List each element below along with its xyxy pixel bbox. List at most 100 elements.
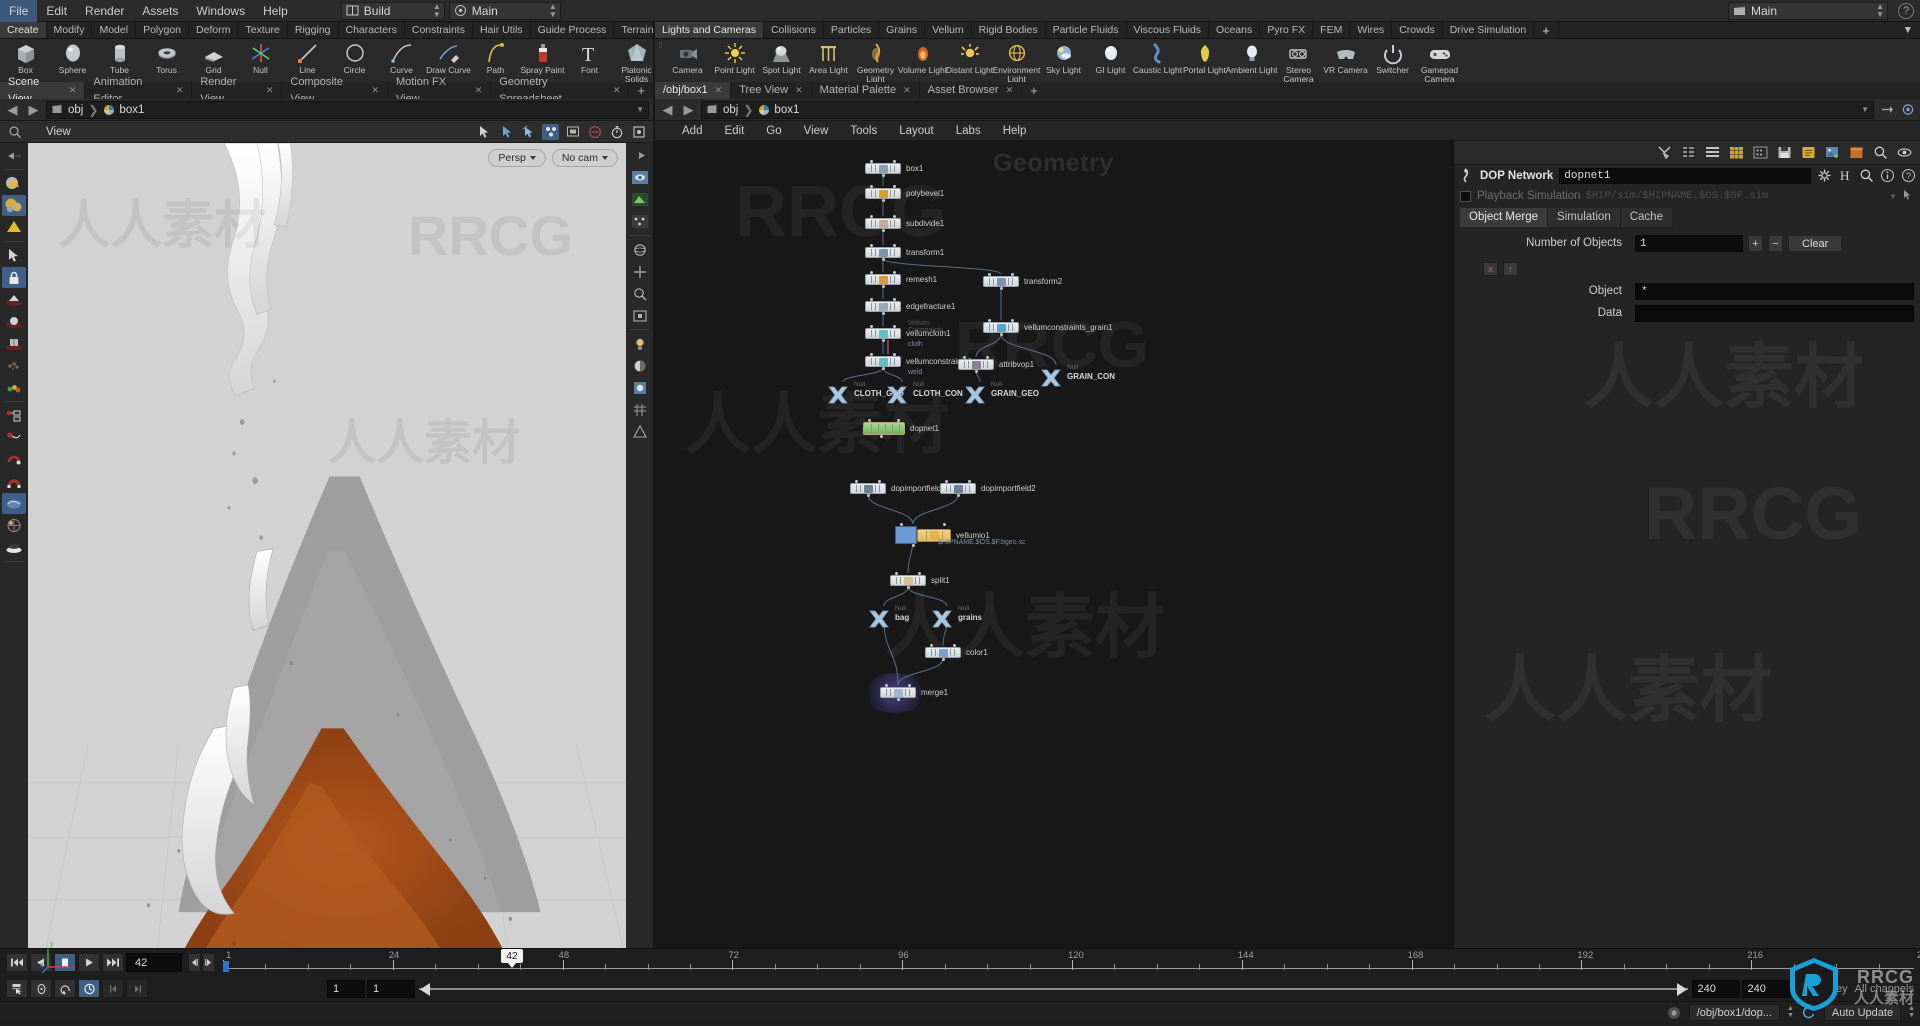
pyro-source-icon[interactable] xyxy=(2,515,26,536)
shelf-tool-path[interactable]: Path xyxy=(472,41,519,75)
shelf-tool-spray-paint[interactable]: Spray Paint xyxy=(519,41,566,75)
network-menu-add[interactable]: Add xyxy=(671,121,713,141)
net-back-arrow-icon[interactable]: ◀ xyxy=(659,102,676,118)
shelf-tool-circle[interactable]: Circle xyxy=(331,41,378,75)
net-breadcrumb-box1[interactable]: box1 xyxy=(774,104,799,116)
camera-pan-icon[interactable] xyxy=(628,261,652,282)
shelf-tool-torus[interactable]: Torus xyxy=(143,41,190,75)
shelf-tab-deform[interactable]: Deform xyxy=(189,22,239,38)
network-menu-go[interactable]: Go xyxy=(755,121,792,141)
keyframe-mode-icon[interactable] xyxy=(6,979,28,998)
param-node-name-field[interactable]: dopnet1 xyxy=(1559,167,1811,184)
shelf-tab-lights-and-cameras[interactable]: Lights and Cameras xyxy=(655,22,764,38)
node-split1[interactable]: split1 xyxy=(890,572,950,589)
shelf-tab-guide-process[interactable]: Guide Process xyxy=(531,22,615,38)
shelf-tab-grains[interactable]: Grains xyxy=(879,22,926,38)
magnet-constraint-icon[interactable] xyxy=(2,471,26,492)
range-end-field[interactable]: 240 xyxy=(1691,979,1740,998)
layout-icon[interactable] xyxy=(1753,145,1768,160)
pane-tab-render-view[interactable]: Render View✕ xyxy=(192,76,283,105)
key-next-icon[interactable] xyxy=(126,979,148,998)
node-color1[interactable]: color1 xyxy=(925,644,988,661)
desktop-combo[interactable]: Build ▲ ▼ xyxy=(340,1,445,20)
spring-constraint-icon[interactable] xyxy=(2,449,26,470)
step-backward-one-button[interactable] xyxy=(188,953,201,972)
shelf-tool-gamepad-camera[interactable]: Gamepad Camera xyxy=(1416,41,1463,82)
select-tool-icon[interactable] xyxy=(476,124,493,140)
material-sphere-icon[interactable] xyxy=(2,173,26,194)
pane-tab-material-palette[interactable]: Material Palette ✕ xyxy=(812,82,920,99)
pane-tab-geometry-spreadsheet[interactable]: Geometry Spreadsheet✕ xyxy=(491,76,630,105)
global-end-field[interactable]: 240 xyxy=(1741,979,1790,998)
breadcrumb-box1[interactable]: box1 xyxy=(119,104,144,116)
close-icon[interactable]: ✕ xyxy=(266,82,274,99)
shelf-tool-draw-curve[interactable]: Draw Curve xyxy=(425,41,472,75)
node-box1[interactable]: box1 xyxy=(865,160,923,177)
remove-object-button[interactable]: − xyxy=(1768,234,1783,252)
desktop-combo-spinner[interactable]: ▲ ▼ xyxy=(433,2,441,19)
frame-all-icon[interactable] xyxy=(628,305,652,326)
current-frame-field[interactable]: 42 xyxy=(126,953,182,972)
close-icon[interactable]: ✕ xyxy=(613,82,621,99)
notes-icon[interactable] xyxy=(1801,145,1816,160)
node-attribvop1[interactable]: attribvop1 xyxy=(958,356,1034,373)
playback-simulation-path[interactable]: $HIP/sim/$HIPNAME.$OS.$SF.sim xyxy=(1580,188,1885,204)
range-start-field[interactable]: 1 xyxy=(327,979,365,998)
shelf-tab-rigging[interactable]: Rigging xyxy=(288,22,339,38)
shelf-tab-wires[interactable]: Wires xyxy=(1350,22,1393,38)
net-pin-icon[interactable] xyxy=(1878,102,1895,118)
null-node-CLOTH_CON[interactable]: Null CLOTH_CON xyxy=(884,381,963,406)
null-node-GRAIN_CON[interactable]: Null GRAIN_CON xyxy=(1038,364,1115,389)
grid-icon[interactable] xyxy=(1729,145,1744,160)
menu-render[interactable]: Render xyxy=(76,0,133,22)
shelf-tool-vr-camera[interactable]: VR Camera xyxy=(1322,41,1369,82)
shelf-tool-portal-light[interactable]: Portal Light xyxy=(1181,41,1228,82)
network-menu-edit[interactable]: Edit xyxy=(713,121,755,141)
breadcrumb-obj[interactable]: obj xyxy=(68,104,83,116)
shelf-tool-line[interactable]: Line xyxy=(284,41,331,75)
ocean-surface-icon[interactable] xyxy=(2,537,26,558)
pane-add-tab-button[interactable]: + xyxy=(629,82,653,99)
pane-tab-composite-view[interactable]: Composite View✕ xyxy=(282,76,388,105)
eye-icon[interactable] xyxy=(1897,145,1912,160)
shading-mode-icon[interactable] xyxy=(628,355,652,376)
play-button[interactable] xyxy=(78,953,100,972)
viewport-view-label[interactable]: View xyxy=(46,126,71,138)
info-icon[interactable] xyxy=(1880,168,1895,183)
display-normals-icon[interactable] xyxy=(628,189,652,210)
grid-display-icon[interactable] xyxy=(628,399,652,420)
jump-to-start-button[interactable] xyxy=(6,953,28,972)
rbd-object-icon[interactable] xyxy=(2,289,26,310)
node-remesh1[interactable]: remesh1 xyxy=(865,271,937,288)
menu-file[interactable]: File xyxy=(0,0,38,22)
help-circle-icon[interactable]: ? xyxy=(1898,2,1914,19)
shelf-tool-ambient-light[interactable]: Ambient Light xyxy=(1226,41,1277,82)
gear-icon[interactable] xyxy=(1817,168,1832,183)
viewport-scroll-up-icon[interactable] xyxy=(2,145,26,166)
net-breadcrumb-obj[interactable]: obj xyxy=(723,104,738,116)
camera-orbit-icon[interactable] xyxy=(628,239,652,260)
shelf-tool-switcher[interactable]: Switcher xyxy=(1369,41,1416,82)
network-menu-labs[interactable]: Labs xyxy=(945,121,992,141)
node-vellumconstraints_grain1[interactable]: vellumconstraints_grain1 xyxy=(983,319,1113,336)
layout-combo-spinner[interactable]: ▲ ▼ xyxy=(549,2,557,19)
material-display-icon[interactable] xyxy=(628,377,652,398)
playback-path-dropdown-icon[interactable]: ▼ xyxy=(1884,192,1902,201)
shelf-tool-spot-light[interactable]: Spot Light xyxy=(758,41,805,82)
shelf-tab-particle-fluids[interactable]: Particle Fluids xyxy=(1046,22,1127,38)
shelf-tool-distant-light[interactable]: Distant Light xyxy=(946,41,993,82)
shelf-tool-caustic-light[interactable]: Caustic Light xyxy=(1133,41,1182,82)
shelf-drag-handle[interactable]: ⁞⁞ xyxy=(657,41,664,50)
forward-arrow-icon[interactable]: ▶ xyxy=(25,102,42,118)
viewport-3d[interactable]: Persp No cam y x z xyxy=(28,143,626,987)
step-forward-one-button[interactable] xyxy=(202,953,215,972)
null-node-grains[interactable]: Null grains xyxy=(929,605,982,630)
constraint-network-icon[interactable] xyxy=(2,405,26,426)
shelf-tool-gi-light[interactable]: GI Light xyxy=(1087,41,1134,82)
pane-tab--obj-box1[interactable]: /obj/box1 ✕ xyxy=(655,82,732,99)
add-object-button[interactable]: + xyxy=(1748,234,1763,252)
path-dropdown-icon[interactable]: ▼ xyxy=(636,105,644,114)
shelf-tool-point-light[interactable]: Point Light xyxy=(711,41,758,82)
shelf-tool-volume-light[interactable]: Volume Light xyxy=(898,41,947,82)
close-icon[interactable]: ✕ xyxy=(475,82,483,99)
